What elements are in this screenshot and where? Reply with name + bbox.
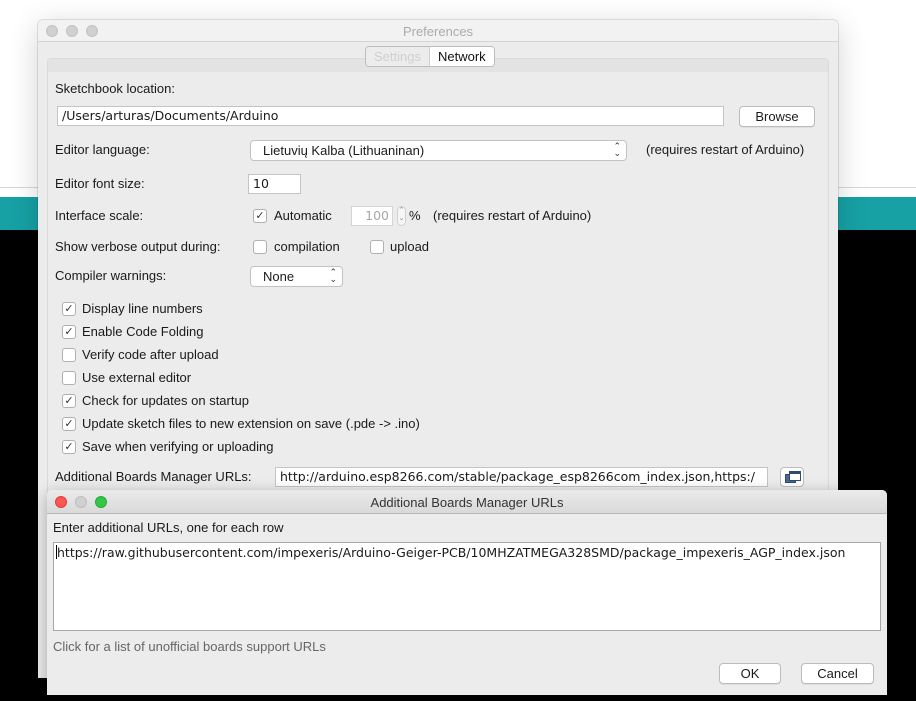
option-label: Check for updates on startup (82, 393, 249, 408)
option-label: Display line numbers (82, 301, 203, 316)
tab-settings[interactable]: Settings (366, 47, 430, 66)
sketchbook-location-input[interactable]: /Users/arturas/Documents/Arduino (57, 106, 724, 126)
compiler-warnings-value: None (263, 269, 295, 284)
verify-after-upload-checkbox[interactable] (62, 348, 76, 362)
open-url-editor-button[interactable] (780, 467, 804, 487)
display-line-numbers-checkbox[interactable]: ✓ (62, 302, 76, 316)
sketchbook-label: Sketchbook location: (55, 81, 175, 96)
automatic-scale-label: Automatic (274, 208, 332, 223)
dialog-titlebar: Additional Boards Manager URLs (47, 490, 887, 514)
dialog-instruction: Enter additional URLs, one for each row (53, 520, 284, 535)
verbose-compilation-label: compilation (274, 239, 340, 254)
update-extension-checkbox[interactable]: ✓ (62, 417, 76, 431)
urls-text: https://raw.githubusercontent.com/impexe… (57, 545, 846, 560)
enable-code-folding-checkbox[interactable]: ✓ (62, 325, 76, 339)
option-label: Update sketch files to new extension on … (82, 416, 420, 431)
option-label: Save when verifying or uploading (82, 439, 274, 454)
interface-scale-stepper[interactable]: ⌃ ⌄ (397, 206, 406, 226)
compiler-warnings-label: Compiler warnings: (55, 268, 167, 283)
interface-scale-note: (requires restart of Arduino) (433, 208, 592, 223)
ok-button[interactable]: OK (719, 663, 781, 684)
verbose-compilation-checkbox[interactable] (253, 240, 267, 254)
unofficial-boards-link[interactable]: Click for a list of unofficial boards su… (53, 639, 326, 654)
interface-scale-input[interactable]: 100 (351, 206, 393, 226)
window-title: Preferences (402, 24, 474, 39)
editor-language-label: Editor language: (55, 142, 150, 157)
tab-bar: Settings Network (365, 46, 495, 67)
boards-urls-dialog: Additional Boards Manager URLs Enter add… (47, 490, 887, 695)
option-label: Enable Code Folding (82, 324, 204, 339)
editor-language-note: (requires restart of Arduino) (646, 142, 805, 157)
browse-button[interactable]: Browse (739, 106, 815, 127)
chevron-updown-icon: ⌃ ⌄ (329, 267, 337, 284)
option-label: Verify code after upload (82, 347, 219, 362)
interface-scale-unit: % (409, 208, 421, 223)
preferences-titlebar: Preferences (38, 20, 838, 42)
boards-urls-label: Additional Boards Manager URLs: (55, 469, 252, 484)
verbose-upload-label: upload (390, 239, 430, 254)
editor-language-select[interactable]: Lietuvių Kalba (Lithuaninan) ⌃ ⌄ (250, 140, 627, 161)
interface-scale-label: Interface scale: (55, 208, 144, 223)
window-icon-front (789, 471, 801, 481)
automatic-scale-checkbox[interactable]: ✓ (253, 209, 267, 223)
verbose-upload-checkbox[interactable] (370, 240, 384, 254)
urls-textarea[interactable]: https://raw.githubusercontent.com/impexe… (53, 542, 881, 631)
cancel-button[interactable]: Cancel (801, 663, 874, 684)
compiler-warnings-select[interactable]: None ⌃ ⌄ (250, 266, 343, 287)
editor-language-value: Lietuvių Kalba (Lithuaninan) (263, 143, 425, 158)
save-when-verifying-checkbox[interactable]: ✓ (62, 440, 76, 454)
option-label: Use external editor (82, 370, 192, 385)
boards-urls-input[interactable]: http://arduino.esp8266.com/stable/packag… (275, 467, 768, 487)
use-external-editor-checkbox[interactable] (62, 371, 76, 385)
editor-font-size-input[interactable]: 10 (248, 174, 301, 194)
editor-font-size-label: Editor font size: (55, 176, 145, 191)
chevron-updown-icon: ⌃ ⌄ (613, 141, 621, 158)
dialog-title: Additional Boards Manager URLs (370, 495, 564, 510)
tab-network[interactable]: Network (429, 47, 494, 66)
check-updates-checkbox[interactable]: ✓ (62, 394, 76, 408)
verbose-output-label: Show verbose output during: (55, 239, 221, 254)
